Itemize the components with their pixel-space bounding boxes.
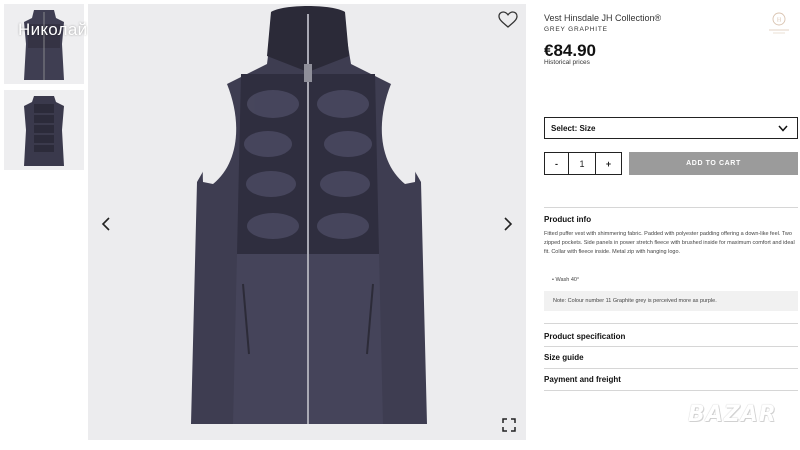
accordion-product-specification[interactable]: Product specification — [544, 326, 798, 346]
main-product-image — [88, 4, 526, 440]
thumbnail-back-image — [24, 96, 64, 166]
thumbnail-back[interactable] — [4, 90, 84, 170]
vest-image — [191, 6, 427, 424]
accordion-label: Product specification — [544, 332, 626, 341]
svg-text:H: H — [777, 18, 782, 24]
bazar-watermark: BAZAR — [688, 402, 777, 427]
product-title: Vest Hinsdale JH Collection® — [544, 13, 662, 23]
accordion-label: Size guide — [544, 353, 584, 362]
divider — [544, 207, 798, 208]
size-select-label: Select: Size — [551, 123, 596, 133]
size-select[interactable]: Select: Size — [544, 117, 798, 139]
quantity-increase-button[interactable]: + — [595, 152, 622, 175]
fullscreen-icon[interactable] — [502, 418, 516, 432]
care-bullet: • Wash 40° — [552, 277, 580, 283]
divider — [544, 390, 798, 391]
quantity-stepper: - 1 + — [544, 152, 622, 175]
next-image-button[interactable] — [496, 212, 520, 236]
thumbnail-front-image — [24, 10, 64, 80]
accordion-size-guide[interactable]: Size guide — [544, 347, 798, 367]
colour-note: Note: Colour number 11 Graphite grey is … — [544, 291, 798, 311]
product-price: €84.90 — [544, 41, 596, 60]
watermark-username: Николай — [18, 20, 88, 39]
chevron-right-icon — [504, 217, 513, 231]
thumbnail-front[interactable] — [4, 4, 84, 84]
brand-logo-icon: H — [769, 12, 789, 34]
add-to-cart-button[interactable]: ADD TO CART — [629, 152, 798, 175]
favorite-heart-icon[interactable] — [498, 10, 518, 30]
product-info-heading[interactable]: Product info — [544, 215, 591, 224]
product-color-name: GREY GRAPHITE — [544, 26, 608, 33]
product-description: Fitted puffer vest with shimmering fabri… — [544, 231, 795, 255]
chevron-left-icon — [101, 217, 110, 231]
accordion-label: Payment and freight — [544, 375, 621, 384]
accordion-payment-freight[interactable]: Payment and freight — [544, 369, 798, 389]
quantity-input[interactable]: 1 — [569, 152, 595, 175]
care-bullet-text: Wash 40° — [555, 277, 580, 283]
chevron-down-icon — [778, 125, 788, 132]
quantity-decrease-button[interactable]: - — [544, 152, 569, 175]
historical-prices-link[interactable]: Historical prices — [544, 59, 590, 66]
prev-image-button[interactable] — [94, 212, 118, 236]
divider — [544, 323, 798, 324]
